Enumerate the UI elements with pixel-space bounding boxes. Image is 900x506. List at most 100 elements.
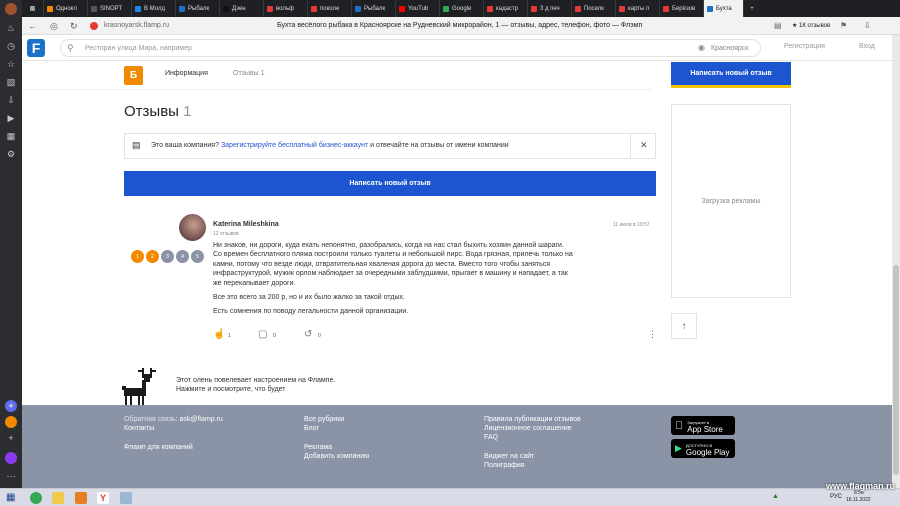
footer-ads[interactable]: Реклама: [304, 444, 332, 451]
tab-info[interactable]: Информация: [165, 70, 208, 77]
browser-tab[interactable]: Дзен: [220, 0, 264, 17]
profile-avatar[interactable]: [5, 3, 17, 15]
browser-tab[interactable]: Рыбалк: [352, 0, 396, 17]
site-warning-icon[interactable]: [90, 22, 98, 30]
gplay-big: Google Play: [685, 447, 730, 457]
avatar[interactable]: [179, 214, 206, 241]
collections-icon[interactable]: ▧: [5, 76, 17, 88]
reviews-heading: Отзывы 1: [124, 103, 191, 120]
footer-business[interactable]: Фламп для компаний: [124, 444, 193, 451]
footer-blog[interactable]: Блог: [304, 425, 319, 432]
translate-icon[interactable]: ▤: [774, 21, 782, 30]
app-icon[interactable]: [75, 492, 87, 504]
downloads-icon[interactable]: ⇩: [5, 94, 17, 106]
deer-icon[interactable]: [120, 366, 158, 406]
date[interactable]: 16.11.2022: [846, 497, 871, 503]
tab-favicon-icon: [91, 5, 97, 12]
start-icon[interactable]: ▦: [6, 492, 15, 503]
tab-label: Google: [452, 5, 472, 12]
feedback-email[interactable]: ask@flamp.ru: [179, 416, 222, 423]
alice-icon[interactable]: [5, 452, 17, 464]
browser-tab[interactable]: SINOPT: [88, 0, 132, 17]
url-field[interactable]: krasnoyarsk.flamp.ru: [104, 22, 169, 29]
flamp-logo[interactable]: F: [27, 39, 45, 57]
claim-text: Это ваша компания? Зарегистрируйте беспл…: [151, 142, 509, 149]
rating-dot: 5: [191, 250, 204, 263]
write-review-top-button[interactable]: Написать новый отзыв: [671, 62, 791, 88]
new-tab-button[interactable]: +: [744, 0, 760, 17]
scrollbar-thumb[interactable]: [893, 265, 899, 475]
history-icon[interactable]: ◷: [5, 40, 17, 52]
browser-tab[interactable]: поколе: [308, 0, 352, 17]
app-store-button[interactable]:  Загрузите вApp Store: [671, 416, 735, 435]
footer-add-company[interactable]: Добавить компанию: [304, 453, 369, 460]
close-icon[interactable]: ✕: [640, 140, 648, 151]
yandex-icon[interactable]: [5, 416, 17, 428]
browser-tab[interactable]: Google: [440, 0, 484, 17]
browser-tab[interactable]: кадастр: [484, 0, 528, 17]
comment-icon[interactable]: ▢: [258, 329, 267, 340]
tab-favicon-icon: [663, 5, 669, 12]
chrome-icon[interactable]: [30, 492, 42, 504]
explorer-icon[interactable]: [52, 492, 64, 504]
search-bar: ⚲ Ресторан улица Мира, например ◉ Красно…: [60, 39, 761, 57]
reviews-badge[interactable]: ★ 1К отзывов: [792, 22, 830, 29]
footer-license[interactable]: Лицензионное соглашение: [484, 425, 572, 432]
add-icon[interactable]: +: [5, 432, 17, 444]
downloads-toolbar-icon[interactable]: ⇩: [864, 21, 871, 30]
more-options-icon[interactable]: ⋮: [648, 329, 657, 340]
browser-tab[interactable]: В Молд: [132, 0, 176, 17]
tab-label: Поселк: [584, 5, 604, 12]
footer-widget[interactable]: Виджет на сайт: [484, 453, 534, 460]
browser-tab[interactable]: Однокл: [44, 0, 88, 17]
write-review-button[interactable]: Написать новый отзыв: [124, 171, 656, 196]
scroll-top-icon[interactable]: ↑: [671, 313, 697, 339]
google-play-button[interactable]: ▶ ДОСТУПНО В Google Play: [671, 439, 735, 458]
author-reviews-count[interactable]: 12 отзывов: [213, 231, 239, 237]
share-icon[interactable]: ↺: [304, 329, 312, 340]
search-input[interactable]: Ресторан улица Мира, например: [85, 45, 192, 52]
watermark: www.flagman.ru: [826, 481, 896, 491]
yandex-browser-icon[interactable]: Y: [97, 492, 109, 504]
calendar-icon[interactable]: ▦: [5, 130, 17, 142]
yandex-home-icon[interactable]: ◎: [50, 21, 58, 32]
assistant-icon[interactable]: ✦: [5, 400, 17, 412]
footer-faq[interactable]: FAQ: [484, 434, 498, 441]
browser-tab[interactable]: 3 д печ: [528, 0, 572, 17]
browser-tab[interactable]: вольф: [264, 0, 308, 17]
browser-tab[interactable]: YouTub: [396, 0, 440, 17]
tray-icon[interactable]: ▲: [772, 493, 779, 500]
city-selector[interactable]: Красноярск: [711, 45, 748, 52]
notifications-icon[interactable]: ♨: [5, 22, 17, 34]
footer-polygraphy[interactable]: Полиграфия: [484, 462, 525, 469]
browser-tab[interactable]: карты п: [616, 0, 660, 17]
register-link[interactable]: Регистрация: [784, 43, 825, 50]
browser-tab[interactable]: Берёзов: [660, 0, 704, 17]
tab-favicon-icon: [267, 5, 273, 12]
back-icon[interactable]: ←: [28, 21, 37, 31]
footer-contacts[interactable]: Контакты: [124, 425, 154, 432]
company-logo[interactable]: Б: [124, 66, 143, 85]
review-date[interactable]: 11 июля в 19:57: [613, 222, 650, 228]
browser-tab[interactable]: Поселк: [572, 0, 616, 17]
tab-overview-icon[interactable]: ▩: [22, 0, 44, 17]
footer-all-rubrics[interactable]: Все рубрики: [304, 416, 344, 423]
claim-link[interactable]: Зарегистрируйте бесплатный бизнес-аккаун…: [221, 142, 368, 149]
more-icon[interactable]: ⋯: [5, 470, 17, 482]
login-link[interactable]: Вход: [859, 43, 875, 50]
player-icon[interactable]: ▶: [5, 112, 17, 124]
scrollbar[interactable]: [892, 35, 900, 488]
bookmarks-icon[interactable]: ☆: [5, 58, 17, 70]
reload-icon[interactable]: ↻: [70, 21, 78, 32]
language-indicator[interactable]: РУС: [830, 494, 842, 500]
tab-reviews[interactable]: Отзывы 1: [233, 70, 264, 77]
tab-favicon-icon: [531, 5, 537, 12]
browser-tab[interactable]: Рыбалк: [176, 0, 220, 17]
footer-rules[interactable]: Правила публикации отзывов: [484, 416, 581, 423]
like-icon[interactable]: ☝: [213, 329, 225, 340]
gear-icon[interactable]: ⚙: [5, 148, 17, 160]
review-author[interactable]: Katerina Mileshkina: [213, 221, 279, 228]
paint-icon[interactable]: [120, 492, 132, 504]
bookmark-icon[interactable]: ⚑: [840, 21, 847, 30]
browser-tab[interactable]: Бухта: [704, 0, 744, 17]
